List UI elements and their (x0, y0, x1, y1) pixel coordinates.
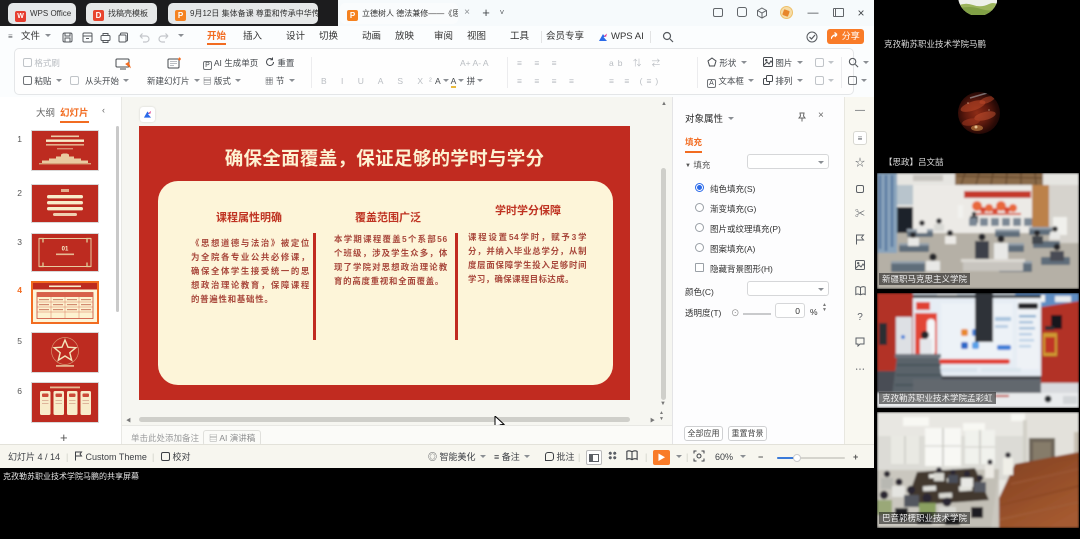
svg-text:01: 01 (62, 247, 69, 253)
